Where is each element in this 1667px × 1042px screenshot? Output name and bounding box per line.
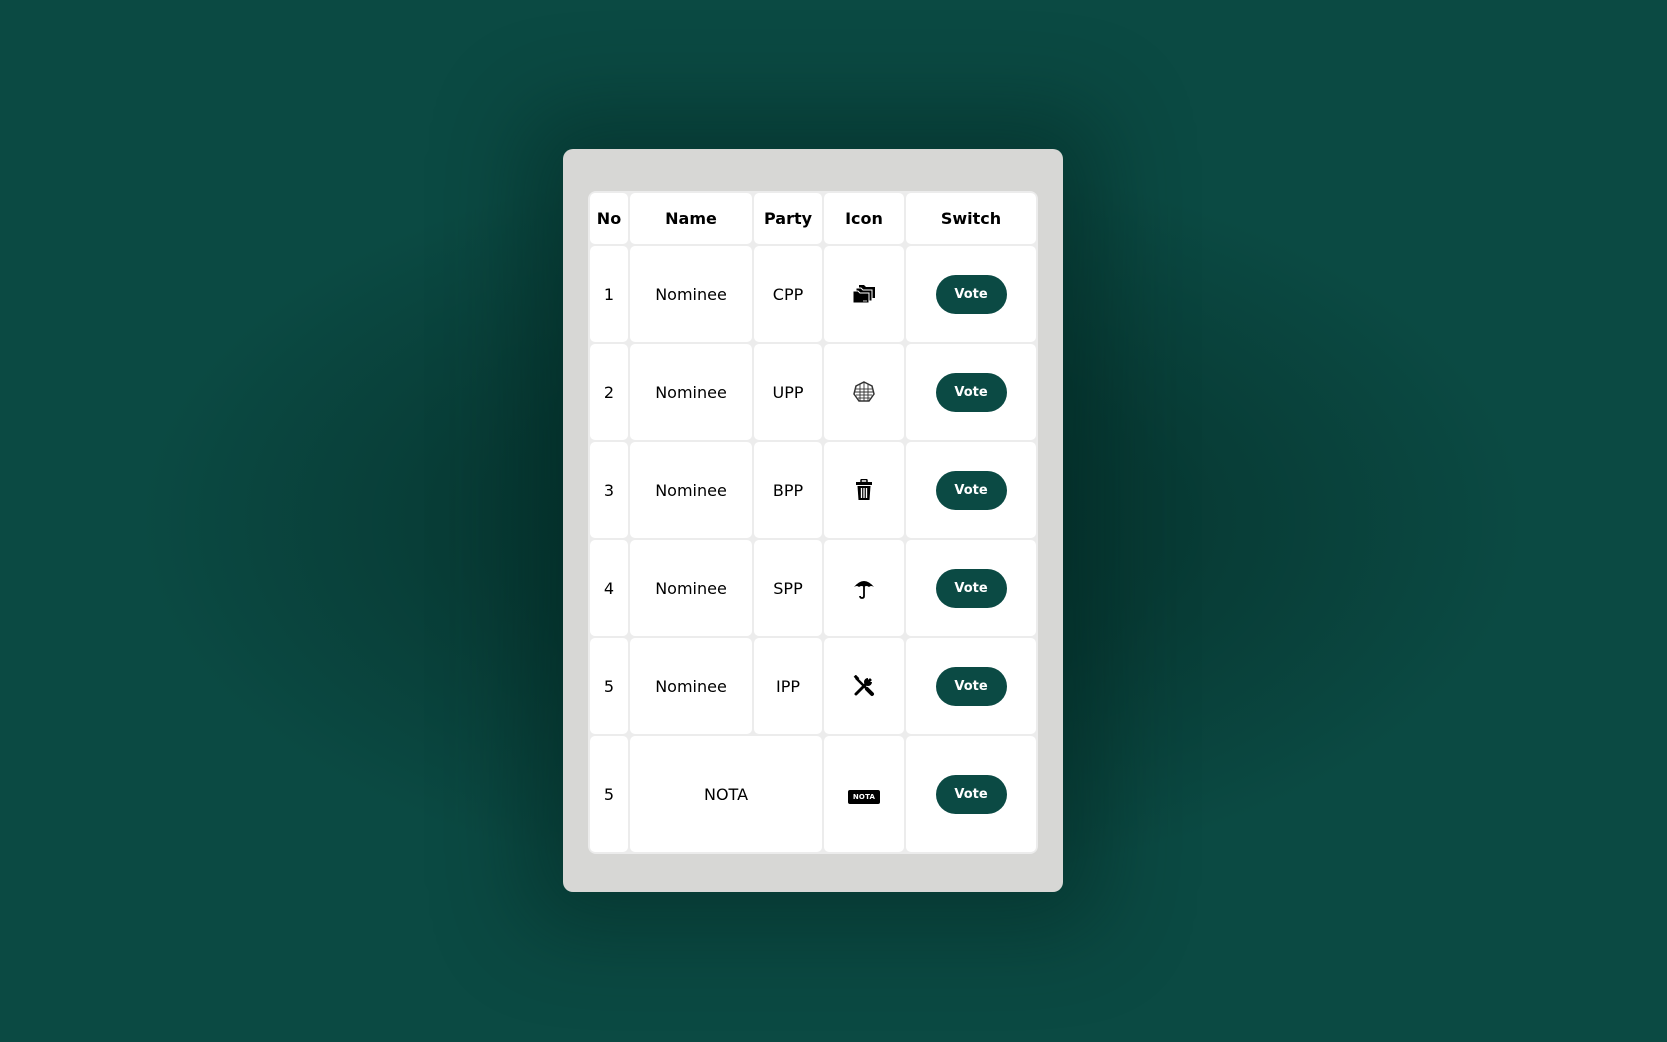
cell-switch: Vote [906,442,1036,538]
cell-party: BPP [754,442,822,538]
cell-no: 3 [590,442,628,538]
cell-switch: Vote [906,736,1036,852]
cell-switch: Vote [906,540,1036,636]
cell-no: 5 [590,736,628,852]
vote-button[interactable]: Vote [935,470,1007,510]
table-row: 1 Nominee CPP Vote [590,246,1036,342]
cell-party: CPP [754,246,822,342]
vote-button[interactable]: Vote [935,774,1007,814]
vote-button[interactable]: Vote [935,666,1007,706]
cell-icon [824,638,904,734]
folders-icon [824,284,904,304]
header-icon: Icon [824,193,904,244]
header-party: Party [754,193,822,244]
cell-no: 2 [590,344,628,440]
tools-icon [824,675,904,697]
cell-switch: Vote [906,638,1036,734]
cell-name-nota: NOTA [630,736,822,852]
cell-name: Nominee [630,442,752,538]
header-switch: Switch [906,193,1036,244]
cell-icon [824,540,904,636]
cell-icon [824,344,904,440]
cell-no: 4 [590,540,628,636]
table-row: 4 Nominee SPP Vote [590,540,1036,636]
nota-icon: NOTA [847,790,881,804]
cell-name: Nominee [630,344,752,440]
vote-button[interactable]: Vote [935,274,1007,314]
table-row: 5 Nominee IPP Vote [590,638,1036,734]
ballot-table: No Name Party Icon Switch 1 Nominee CPP … [588,191,1038,854]
umbrella-icon [824,577,904,599]
cell-icon: NOTA [824,736,904,852]
header-name: Name [630,193,752,244]
header-row: No Name Party Icon Switch [590,193,1036,244]
cell-icon [824,246,904,342]
trash-icon [824,479,904,501]
vote-button[interactable]: Vote [935,372,1007,412]
cell-name: Nominee [630,540,752,636]
ballot-card: No Name Party Icon Switch 1 Nominee CPP … [563,149,1063,892]
table-row-nota: 5 NOTA NOTA Vote [590,736,1036,852]
cell-switch: Vote [906,246,1036,342]
cell-no: 5 [590,638,628,734]
cell-party: UPP [754,344,822,440]
cell-party: SPP [754,540,822,636]
web-globe-icon [824,381,904,403]
cell-no: 1 [590,246,628,342]
cell-name: Nominee [630,638,752,734]
header-no: No [590,193,628,244]
vote-button[interactable]: Vote [935,568,1007,608]
cell-icon [824,442,904,538]
table-row: 2 Nominee UPP Vote [590,344,1036,440]
cell-name: Nominee [630,246,752,342]
table-row: 3 Nominee BPP Vote [590,442,1036,538]
cell-switch: Vote [906,344,1036,440]
cell-party: IPP [754,638,822,734]
